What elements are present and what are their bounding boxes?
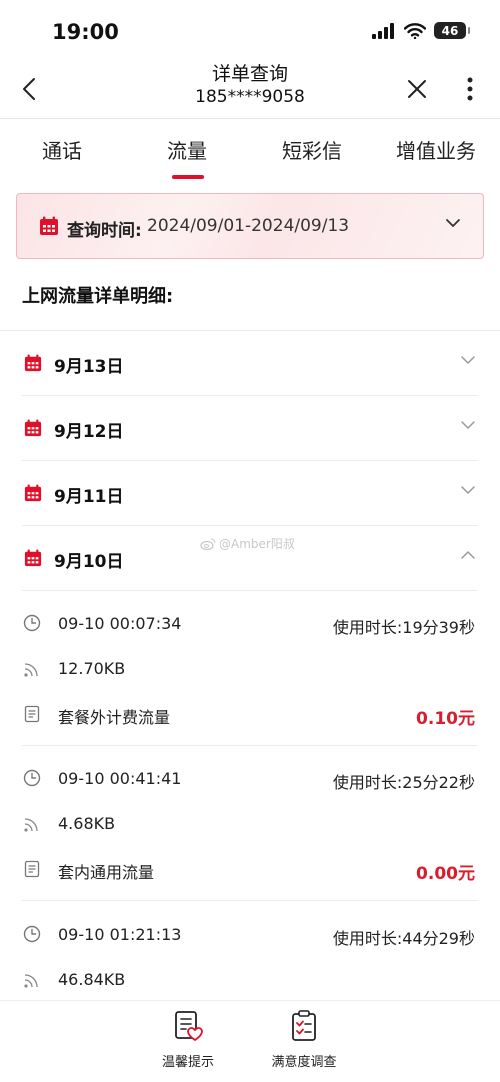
bottom-bar: 温馨提示 满意度调查 — [0, 1000, 500, 1082]
tab-bar: 通话 流量 短彩信 增值业务 — [0, 118, 500, 179]
chevron-down-icon — [446, 219, 460, 227]
record-duration: 使用时长:25分22秒 — [332, 773, 475, 792]
wifi-icon — [404, 22, 426, 39]
day-label: 9月11日 — [54, 487, 124, 507]
chevron-up-icon — [461, 551, 475, 559]
tab-data[interactable]: 流量 — [167, 135, 207, 164]
record-fee: 0.10元 — [416, 709, 475, 729]
status-time: 19:00 — [52, 20, 119, 44]
tab-value-added[interactable]: 增值业务 — [396, 135, 476, 164]
tips-button[interactable]: 温馨提示 — [143, 1009, 233, 1070]
clock-icon — [23, 614, 41, 632]
record-volume: 4.68KB — [58, 814, 116, 833]
record-duration: 使用时长:19分39秒 — [332, 618, 475, 637]
survey-button[interactable]: 满意度调查 — [259, 1009, 349, 1070]
active-tab-indicator — [172, 175, 204, 179]
record-duration: 使用时长:44分29秒 — [332, 929, 475, 948]
record-volume: 12.70KB — [58, 659, 126, 678]
clock-icon — [23, 769, 41, 787]
nav-bar: 详单查询 185****9058 — [0, 62, 500, 118]
record-time: 09-10 01:21:13 — [58, 925, 182, 944]
cellular-signal-icon — [372, 22, 394, 39]
tab-calls[interactable]: 通话 — [42, 135, 82, 164]
data-signal-icon — [24, 663, 38, 677]
calendar-icon — [24, 354, 42, 372]
day-row-0911[interactable]: 9月11日 — [0, 461, 500, 526]
record-fee: 0.00元 — [416, 864, 475, 884]
chevron-down-icon — [461, 356, 475, 364]
query-time-label: 查询时间: — [67, 221, 142, 241]
record-type: 套餐外计费流量 — [58, 708, 171, 727]
day-row-0913[interactable]: 9月13日 — [0, 331, 500, 396]
watermark-text: @Amber阳叔 — [219, 537, 295, 551]
record-item: 09-10 00:07:34 使用时长:19分39秒 12.70KB 套餐外计费… — [0, 591, 500, 746]
record-volume: 46.84KB — [58, 970, 126, 989]
close-button[interactable] — [402, 74, 432, 104]
day-label: 9月10日 — [54, 552, 124, 572]
query-time-range: 2024/09/01-2024/09/13 — [147, 216, 350, 236]
watermark: @Amber阳叔 — [200, 535, 295, 552]
close-icon — [408, 80, 426, 98]
day-label: 9月13日 — [54, 357, 124, 377]
record-type: 套内通用流量 — [58, 863, 155, 882]
calendar-icon — [40, 216, 58, 235]
record-time: 09-10 00:07:34 — [58, 614, 182, 633]
battery-icon: 46 — [434, 22, 470, 39]
day-label: 9月12日 — [54, 422, 124, 442]
data-signal-icon — [24, 974, 38, 988]
query-time-selector[interactable]: 查询时间: 2024/09/01-2024/09/13 — [16, 193, 484, 259]
day-row-0912[interactable]: 9月12日 — [0, 396, 500, 461]
status-bar: 19:00 46 — [0, 0, 500, 62]
record-item: 09-10 01:21:13 使用时长:44分29秒 46.84KB — [0, 901, 500, 1000]
document-icon — [24, 705, 40, 723]
clock-icon — [23, 925, 41, 943]
tips-label: 温馨提示 — [161, 1055, 214, 1070]
chevron-down-icon — [461, 486, 475, 494]
calendar-icon — [24, 484, 42, 502]
survey-label: 满意度调查 — [271, 1055, 337, 1070]
tips-heart-icon — [175, 1011, 203, 1041]
more-vertical-icon — [467, 77, 473, 101]
calendar-icon — [24, 419, 42, 437]
document-icon — [24, 860, 40, 878]
more-button[interactable] — [458, 72, 482, 106]
section-title: 上网流量详单明细: — [22, 286, 174, 307]
weibo-logo-icon — [200, 537, 216, 550]
calendar-icon — [24, 549, 42, 567]
tab-sms-mms[interactable]: 短彩信 — [282, 135, 342, 164]
record-item: 09-10 00:41:41 使用时长:25分22秒 4.68KB 套内通用流量… — [0, 746, 500, 901]
record-time: 09-10 00:41:41 — [58, 769, 182, 788]
status-icons: 46 — [372, 22, 470, 39]
data-signal-icon — [24, 818, 38, 832]
survey-clipboard-icon — [292, 1010, 316, 1041]
chevron-down-icon — [461, 421, 475, 429]
